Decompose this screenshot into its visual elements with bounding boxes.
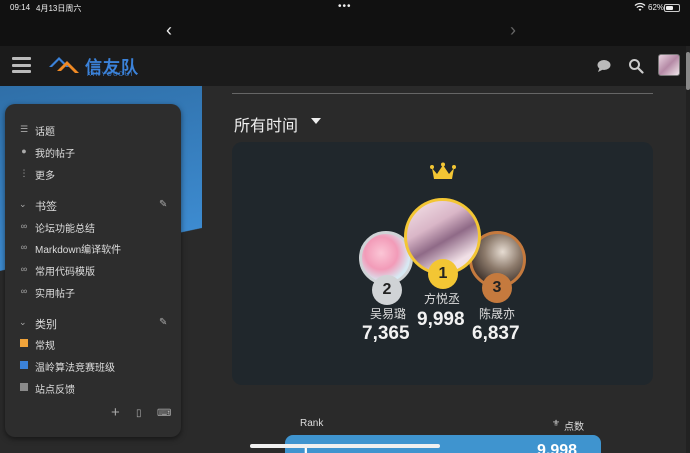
rank-badge-second: 2 [372, 275, 402, 305]
points-column-header: 点数 [564, 422, 584, 433]
bookmark-label: 实用帖子 [35, 289, 75, 300]
site-logo[interactable]: 信友队 XINYOUDUI [47, 51, 151, 81]
edit-bookmarks-pencil-icon[interactable]: ✎ [159, 199, 167, 210]
category-color-square [20, 361, 28, 369]
battery-percent: 62% [648, 3, 665, 12]
category-label: 常规 [35, 341, 55, 352]
second-place-name[interactable]: 吴易璐 [370, 305, 406, 322]
category-color-square [20, 383, 28, 391]
search-icon[interactable] [628, 58, 644, 74]
first-place-name[interactable]: 方悦丞 [424, 290, 460, 307]
menu-icon[interactable] [12, 57, 31, 73]
edit-categories-pencil-icon[interactable]: ✎ [159, 317, 167, 328]
trophy-icon: ⚜ [552, 418, 561, 428]
divider [232, 93, 653, 94]
third-place-name[interactable]: 陈晟亦 [479, 305, 515, 322]
link-icon: ∞ [20, 286, 28, 296]
scrollbar[interactable] [686, 46, 690, 453]
user-avatar[interactable] [658, 54, 680, 76]
sidebar-item-label: 我的帖子 [35, 149, 75, 160]
link-icon: ∞ [20, 264, 28, 274]
leaderboard-podium: 2 1 3 吴易璐 7,365 方悦丞 9,998 陈晟亦 6,837 [232, 142, 653, 385]
battery-fill [666, 6, 673, 10]
category-label: 站点反馈 [35, 385, 75, 396]
rank-badge-third: 3 [482, 273, 512, 303]
scrollbar-thumb[interactable] [686, 52, 690, 90]
category-label: 温岭算法竞赛班级 [35, 363, 115, 374]
more-vertical-icon: ⋮ [19, 168, 29, 178]
link-icon: ∞ [20, 221, 28, 231]
crown-icon [430, 162, 456, 179]
first-place-score: 9,998 [417, 309, 465, 330]
period-dropdown[interactable]: 所有时间 [234, 112, 298, 136]
bookmarks-title: 书签 [35, 201, 57, 213]
back-arrow-icon[interactable]: ‹ [166, 20, 172, 41]
status-date: 4月13日周六 [36, 4, 82, 13]
sidebar-item-label: 话题 [35, 127, 55, 138]
link-icon: ∞ [20, 242, 28, 252]
forward-arrow-icon[interactable]: › [510, 20, 516, 41]
multitask-dots-icon[interactable]: ••• [338, 1, 352, 12]
logo-subtext: XINYOUDUI [87, 72, 134, 78]
bookmark-label: 论坛功能总结 [35, 224, 95, 235]
chevron-down-icon: ⌄ [19, 317, 27, 327]
user-icon: ● [21, 146, 27, 156]
chevron-down-icon: ⌄ [19, 199, 27, 209]
caret-down-icon[interactable] [311, 118, 321, 124]
status-time: 09:14 [10, 3, 31, 12]
status-bar: 09:14 4月13日周六 ••• 62% [0, 0, 690, 16]
sidebar: ☰ 话题 ● 我的帖子 ⋮ 更多 ⌄ 书签 ✎ ∞ 论坛功能总结 ∞ Markd… [5, 104, 181, 437]
category-color-square [20, 339, 28, 347]
battery-icon [664, 4, 680, 12]
second-place-score: 7,365 [362, 323, 410, 344]
rank-badge-first: 1 [428, 259, 458, 289]
app-header: 信友队 XINYOUDUI [0, 46, 686, 86]
bookmark-label: Markdown编译软件 [35, 245, 122, 256]
wifi-icon [634, 2, 646, 11]
home-indicator[interactable] [250, 444, 440, 448]
categories-title: 类别 [35, 319, 57, 331]
layers-icon: ☰ [19, 124, 29, 134]
keyboard-icon[interactable]: ⌨ [157, 408, 171, 419]
row-score: 9,998 [537, 442, 578, 453]
third-place-score: 6,837 [472, 323, 520, 344]
add-icon[interactable]: + [111, 404, 120, 421]
browser-nav: ‹ › [0, 16, 690, 46]
mobile-view-icon[interactable]: ▯ [136, 408, 142, 419]
rank-column-header: Rank [300, 418, 324, 429]
chat-icon[interactable] [596, 58, 612, 74]
logo-house-icon [49, 57, 79, 73]
sidebar-item-label: 更多 [35, 171, 55, 182]
bookmark-label: 常用代码模版 [35, 267, 95, 278]
